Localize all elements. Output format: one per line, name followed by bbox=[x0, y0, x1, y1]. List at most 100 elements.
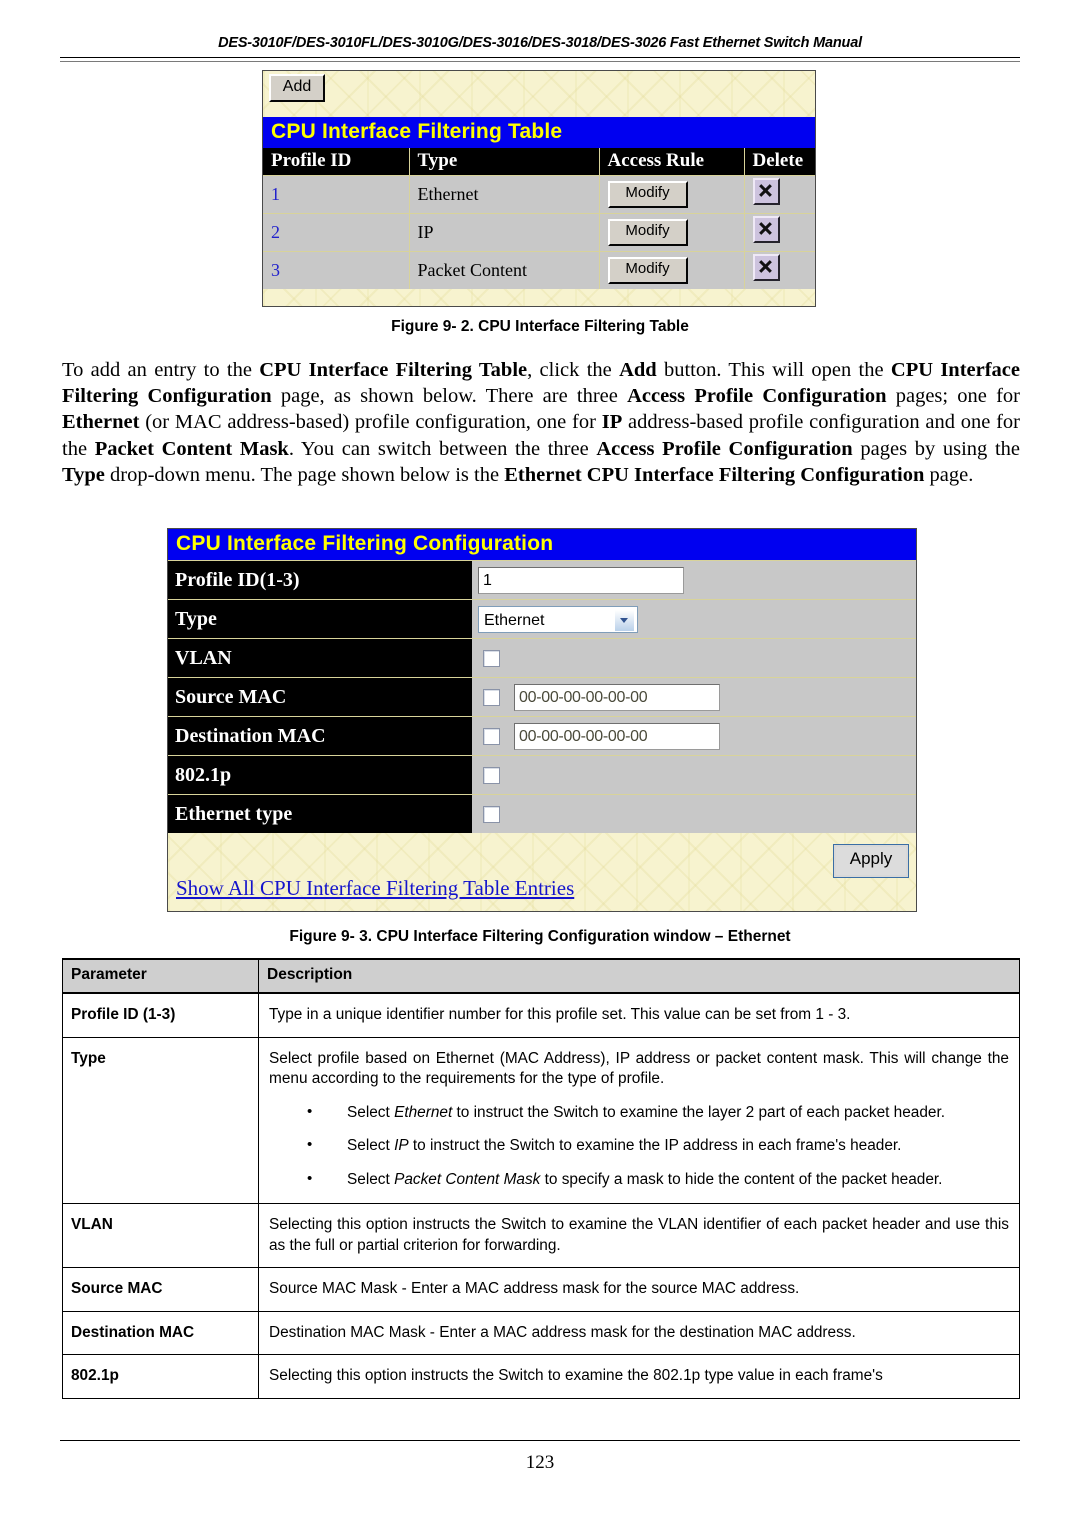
label-ethernet-type: Ethernet type bbox=[168, 794, 472, 833]
col-type: Type bbox=[409, 148, 600, 176]
parameter-description-table: Parameter Description Profile ID (1-3) T… bbox=[62, 958, 1020, 1399]
label-dot1p: 802.1p bbox=[168, 755, 472, 795]
para-bold: Type bbox=[62, 463, 105, 486]
row-source-mac: Source MAC 00-00-00-00-00-00 bbox=[168, 677, 916, 717]
param-desc-text: Destination MAC Mask - Enter a MAC addre… bbox=[269, 1323, 856, 1341]
param-desc-text: Source MAC Mask - Enter a MAC address ma… bbox=[269, 1280, 800, 1297]
bullet-italic: Packet Content Mask bbox=[394, 1170, 541, 1188]
document-page: DES-3010F/DES-3010FL/DES-3010G/DES-3016/… bbox=[0, 0, 1080, 1527]
apply-button[interactable]: Apply bbox=[833, 844, 909, 878]
delete-x-icon[interactable] bbox=[752, 216, 780, 243]
dot1p-checkbox[interactable] bbox=[483, 766, 500, 784]
profile-id-link[interactable]: 3 bbox=[271, 260, 280, 280]
value-destination-mac: 00-00-00-00-00-00 bbox=[472, 716, 916, 756]
add-button[interactable]: Add bbox=[269, 74, 325, 102]
col-profile-id: Profile ID bbox=[263, 148, 410, 176]
param-bullet-list: Select Ethernet to instruct the Switch t… bbox=[269, 1102, 1009, 1191]
param-desc-text: Selecting this option instructs the Swit… bbox=[269, 1367, 883, 1384]
para-text: (or MAC address-based) profile configura… bbox=[139, 411, 602, 434]
param-desc-text: Selecting this option instructs the Swit… bbox=[269, 1216, 1009, 1254]
para-bold: Ethernet CPU Interface Filtering Configu… bbox=[504, 463, 925, 486]
label-type: Type bbox=[168, 599, 472, 639]
cell-profile-id: 3 bbox=[263, 251, 410, 289]
page-number: 123 bbox=[525, 1452, 555, 1473]
modify-button[interactable]: Modify bbox=[607, 218, 688, 246]
figure1-caption: Figure 9- 2. CPU Interface Filtering Tab… bbox=[391, 318, 689, 335]
row-vlan: VLAN bbox=[168, 638, 916, 678]
table-row: 1 Ethernet Modify bbox=[263, 175, 815, 214]
cell-profile-id: 2 bbox=[263, 213, 410, 252]
param-desc-text: Type in a unique identifier number for t… bbox=[269, 1006, 851, 1023]
bullet-text: Select bbox=[347, 1103, 395, 1121]
label-profile-id: Profile ID(1-3) bbox=[168, 560, 472, 600]
profile-id-link[interactable]: 1 bbox=[271, 184, 280, 204]
cell-delete bbox=[744, 213, 815, 252]
chevron-down-icon[interactable] bbox=[614, 608, 635, 632]
show-all-entries-link[interactable]: Show All CPU Interface Filtering Table E… bbox=[176, 876, 574, 901]
cell-delete bbox=[744, 175, 815, 214]
type-select-value: Ethernet bbox=[484, 611, 545, 629]
param-row-vlan: VLAN Selecting this option instructs the… bbox=[62, 1203, 1020, 1268]
param-description: Selecting this option instructs the Swit… bbox=[258, 1354, 1020, 1399]
para-text: page, as shown below. There are three bbox=[271, 385, 628, 408]
cell-type: Ethernet bbox=[409, 175, 600, 214]
value-profile-id: 1 bbox=[472, 560, 916, 600]
profile-id-input[interactable]: 1 bbox=[478, 566, 684, 594]
type-select[interactable]: Ethernet bbox=[478, 605, 638, 633]
param-description: Type in a unique identifier number for t… bbox=[258, 992, 1020, 1038]
vlan-checkbox[interactable] bbox=[483, 649, 500, 667]
list-item: Select IP to instruct the Switch to exam… bbox=[269, 1135, 1009, 1157]
value-type: Ethernet bbox=[472, 599, 916, 639]
modify-button[interactable]: Modify bbox=[607, 256, 688, 284]
source-mac-input[interactable]: 00-00-00-00-00-00 bbox=[514, 683, 720, 711]
cell-type: IP bbox=[409, 213, 600, 252]
bullet-text: Select bbox=[347, 1170, 395, 1188]
table-row: 2 IP Modify bbox=[263, 213, 815, 252]
configuration-form: Profile ID(1-3) 1 Type Ethernet VLAN Sou… bbox=[168, 560, 916, 833]
row-ethernet-type: Ethernet type bbox=[168, 794, 916, 833]
col-description: Description bbox=[258, 958, 1020, 994]
delete-x-icon[interactable] bbox=[752, 178, 780, 205]
running-header-text: DES-3010F/DES-3010FL/DES-3010G/DES-3016/… bbox=[218, 35, 862, 51]
delete-x-icon[interactable] bbox=[752, 254, 780, 281]
para-text: page. bbox=[924, 463, 974, 486]
row-destination-mac: Destination MAC 00-00-00-00-00-00 bbox=[168, 716, 916, 756]
cpu-interface-filtering-configuration-figure: CPU Interface Filtering Configuration Pr… bbox=[167, 528, 917, 912]
ethernet-type-checkbox[interactable] bbox=[483, 805, 500, 823]
cell-delete bbox=[744, 251, 815, 289]
para-bold: CPU Interface Filtering Table bbox=[259, 359, 528, 381]
param-name: Source MAC bbox=[62, 1267, 259, 1312]
profile-id-link[interactable]: 2 bbox=[271, 222, 280, 242]
modify-button[interactable]: Modify bbox=[607, 180, 688, 208]
value-ethernet-type bbox=[472, 794, 916, 833]
para-text: button. This will open the bbox=[656, 359, 891, 381]
destination-mac-checkbox[interactable] bbox=[483, 727, 500, 745]
bullet-text: Select bbox=[347, 1137, 395, 1154]
para-bold: Ethernet bbox=[62, 411, 140, 434]
para-bold: Access Profile Configuration bbox=[596, 437, 853, 460]
param-description: Selecting this option instructs the Swit… bbox=[258, 1203, 1020, 1268]
param-description: Select profile based on Ethernet (MAC Ad… bbox=[258, 1036, 1020, 1204]
param-name: Profile ID (1-3) bbox=[62, 992, 259, 1038]
param-name: Type bbox=[62, 1036, 259, 1204]
source-mac-checkbox[interactable] bbox=[483, 688, 500, 706]
cpu-interface-filtering-table-figure: Add CPU Interface Filtering Table Profil… bbox=[262, 70, 816, 307]
table-row: 3 Packet Content Modify bbox=[263, 251, 815, 289]
cell-profile-id: 1 bbox=[263, 175, 410, 214]
param-row-type: Type Select profile based on Ethernet (M… bbox=[62, 1036, 1020, 1204]
param-desc-text: Select profile based on Ethernet (MAC Ad… bbox=[269, 1049, 1009, 1088]
col-delete: Delete bbox=[744, 148, 815, 176]
label-destination-mac: Destination MAC bbox=[168, 716, 472, 756]
bullet-italic: IP bbox=[394, 1137, 409, 1154]
value-vlan bbox=[472, 638, 916, 678]
figure2-titlebar: CPU Interface Filtering Configuration bbox=[168, 529, 916, 560]
footer-divider bbox=[60, 1440, 1020, 1441]
filtering-table: Profile ID Type Access Rule Delete 1 Eth… bbox=[263, 148, 815, 289]
value-dot1p bbox=[472, 755, 916, 795]
para-bold: Add bbox=[619, 359, 657, 381]
col-parameter: Parameter bbox=[62, 958, 259, 994]
para-text: . You can switch between the three bbox=[288, 437, 597, 460]
bullet-text: to instruct the Switch to examine the IP… bbox=[408, 1137, 902, 1154]
row-profile-id: Profile ID(1-3) 1 bbox=[168, 560, 916, 600]
destination-mac-input[interactable]: 00-00-00-00-00-00 bbox=[514, 722, 720, 750]
